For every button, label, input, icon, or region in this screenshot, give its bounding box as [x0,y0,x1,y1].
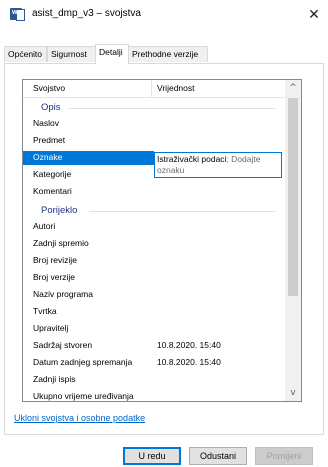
property-value: 10.8.2020. 15:40 [157,340,221,350]
vertical-scrollbar[interactable]: ^ v [285,80,301,401]
group-label: Opis [41,102,61,113]
property-name: Komentari [33,186,72,196]
property-name: Naslov [33,118,59,128]
property-name: Zadnji ispis [33,374,76,384]
column-divider[interactable] [151,80,152,98]
remove-properties-link[interactable]: Ukloni svojstva i osobne podatke [14,413,145,423]
property-row[interactable]: Broj verzije [23,271,286,285]
group-divider-line [68,108,276,109]
property-row[interactable]: Sadržaj stvoren 10.8.2020. 15:40 [23,339,286,353]
property-name: Broj revizije [33,255,77,265]
scroll-thumb[interactable] [288,98,298,296]
tags-typed-value: Istraživački podaci [157,154,227,164]
property-name: Kategorije [33,169,72,179]
property-name: Upravitelj [33,323,69,333]
property-name: Oznake [33,152,63,162]
title-bar: w asist_dmp_v3 – svojstva ✕ [0,0,328,28]
property-row[interactable]: Ukupno vrijeme uređivanja [23,390,286,401]
property-row[interactable]: Upravitelj [23,322,286,336]
property-name: Ukupno vrijeme uređivanja [33,391,134,401]
group-origin: Porijeklo [23,203,286,219]
property-row[interactable]: Broj revizije [23,254,286,268]
property-row[interactable]: Tvrtka [23,305,286,319]
ok-button[interactable]: U redu [123,447,181,465]
property-row[interactable]: Datum zadnjeg spremanja 10.8.2020. 15:40 [23,356,286,370]
list-header: Svojstvo Vrijednost [23,80,286,98]
property-row[interactable]: Naslov [23,117,286,131]
properties-list[interactable]: Svojstvo Vrijednost Opis Naslov Predmet … [22,79,302,402]
tab-security[interactable]: Sigurnost [47,46,96,62]
property-value: 10.8.2020. 15:40 [157,357,221,367]
property-name: Sadržaj stvoren [33,340,93,350]
tab-previous-versions[interactable]: Prethodne verzije [128,46,208,62]
scroll-down-arrow-icon[interactable]: v [285,385,301,401]
property-name: Autori [33,221,56,231]
group-description: Opis [23,100,286,116]
property-name: Predmet [33,135,66,145]
window-title: asist_dmp_v3 – svojstva [32,8,141,19]
property-name: Zadnji spremio [33,238,89,248]
close-button[interactable]: ✕ [300,0,328,28]
group-label: Porijeklo [41,205,78,216]
property-name: Broj verzije [33,272,76,282]
property-row[interactable]: Autori [23,220,286,234]
tab-general[interactable]: Općenito [4,46,47,62]
property-row[interactable]: Zadnji spremio [23,237,286,251]
apply-button[interactable]: Primijeni [255,447,313,465]
property-row-selected[interactable]: Oznake [23,151,154,165]
cancel-button[interactable]: Odustani [189,447,247,465]
property-name: Datum zadnjeg spremanja [33,357,133,367]
property-name: Naziv programa [33,289,93,299]
property-row[interactable]: Zadnji ispis [23,373,286,387]
word-document-icon: w [10,8,25,21]
column-header-value[interactable]: Vrijednost [157,83,194,93]
tags-edit-field[interactable]: Istraživački podaci; Dodajte oznaku [154,152,282,178]
tab-details[interactable]: Detalji [95,44,129,64]
column-header-property[interactable]: Svojstvo [33,83,65,93]
group-divider-line [89,211,276,212]
property-row[interactable]: Naziv programa [23,288,286,302]
property-name: Tvrtka [33,306,57,316]
property-row[interactable]: Komentari [23,185,286,199]
scroll-up-arrow-icon[interactable]: ^ [285,80,301,96]
property-row[interactable]: Predmet [23,134,286,148]
